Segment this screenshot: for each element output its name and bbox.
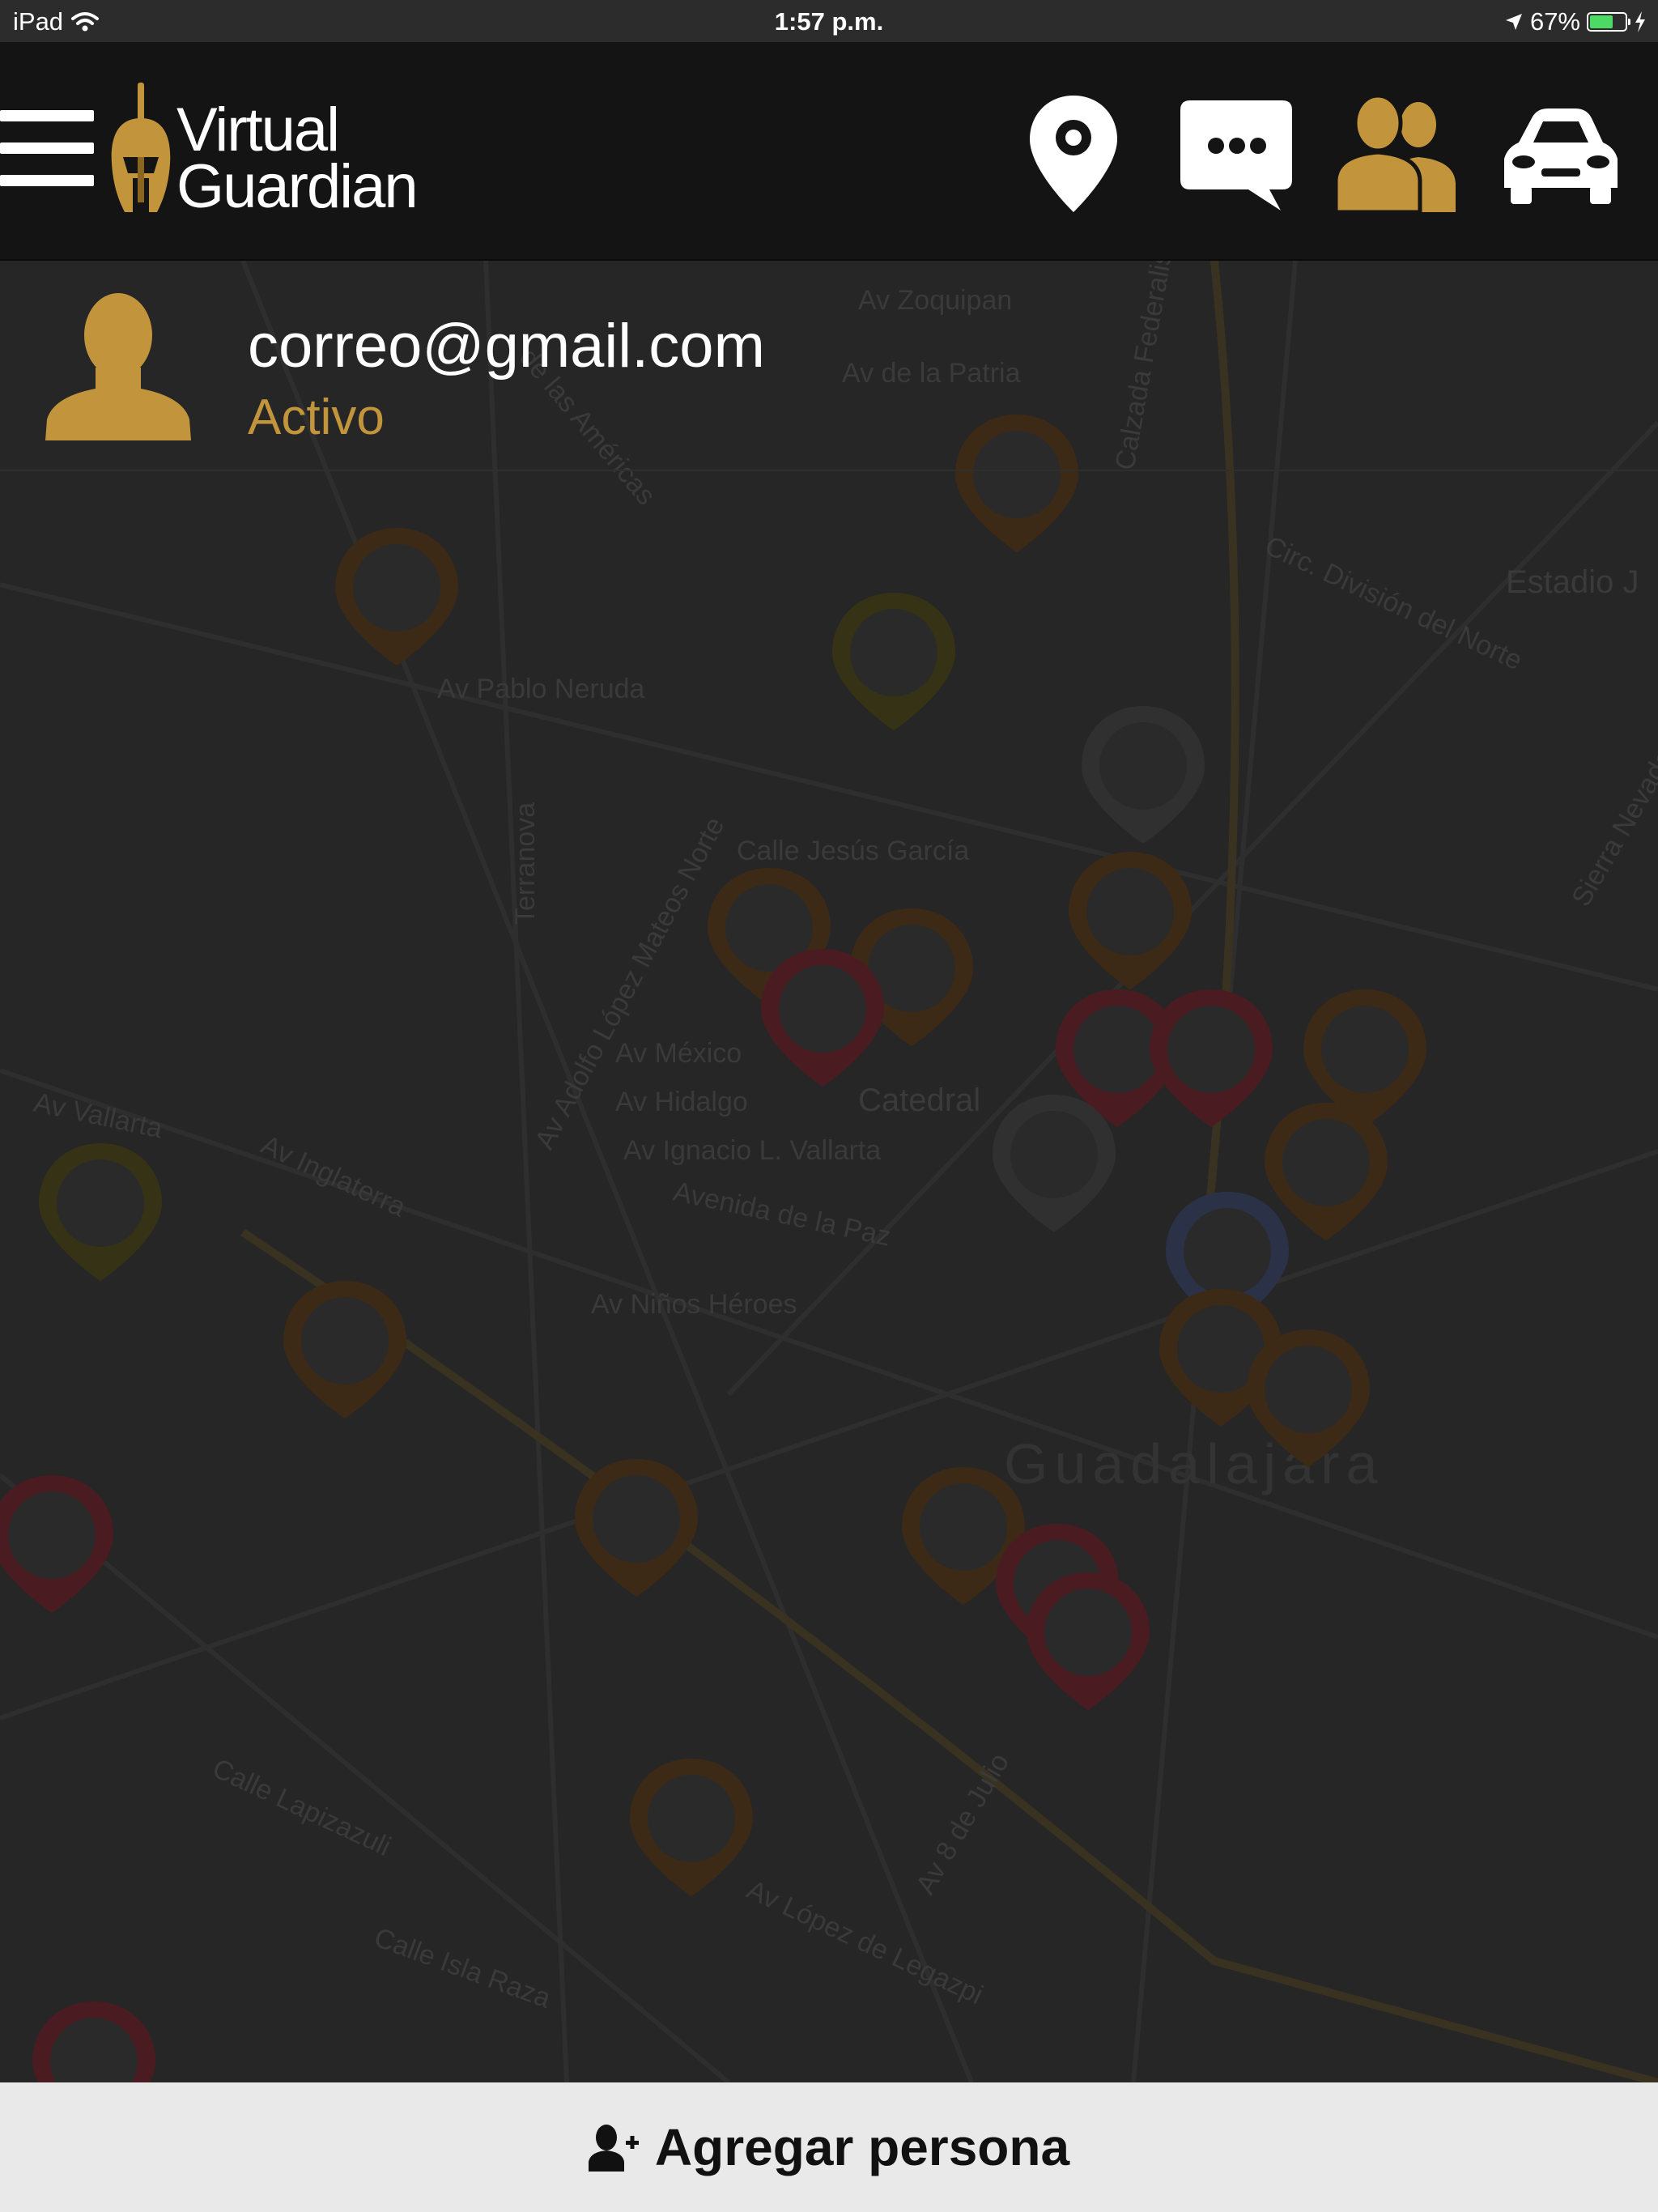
- map-label: Calle Lapizazuli: [208, 1753, 396, 1862]
- map-pin-icon: [335, 528, 458, 666]
- add-person-button[interactable]: Agregar persona: [0, 2082, 1658, 2212]
- map-label: Sierra Nevada: [1566, 744, 1658, 912]
- map-label: Estadio J: [1506, 564, 1639, 600]
- map-view[interactable]: Av Zoquipan Av de la Patria Calzada Fede…: [0, 261, 1658, 2082]
- location-pin-icon[interactable]: [1025, 92, 1122, 214]
- app-header: Virtual Guardian: [0, 42, 1658, 261]
- map-pin-icon: [0, 1475, 113, 1613]
- battery-icon: [1587, 12, 1630, 32]
- map-pin-icon: [993, 1095, 1116, 1232]
- map-canvas: Av Zoquipan Av de la Patria Calzada Fede…: [0, 261, 1658, 2082]
- map-pin-icon: [630, 1759, 753, 1896]
- map-label: Av Pablo Neruda: [437, 674, 645, 704]
- contacts-icon[interactable]: [1334, 96, 1464, 212]
- map-label: Av Ignacio L. Vallarta: [623, 1135, 881, 1166]
- contact-list-item[interactable]: correo@gmail.com Activo: [0, 261, 1658, 471]
- status-bar: iPad 1:57 p.m. 67%: [0, 0, 1658, 42]
- map-label: Av Inglaterra: [257, 1129, 410, 1223]
- add-user-icon: [588, 2125, 639, 2172]
- map-label: Av 8 de Julio: [910, 1748, 1015, 1899]
- map-pin-icon: [39, 1143, 162, 1281]
- app-logo: Virtual Guardian: [108, 83, 449, 228]
- map-pin-icon: [761, 949, 884, 1087]
- map-label: Av Niños Héroes: [591, 1289, 797, 1320]
- chat-bubble-icon[interactable]: [1180, 100, 1292, 214]
- map-label: Terranova: [510, 802, 541, 925]
- map-label: Calle Isla Raza: [370, 1922, 555, 2014]
- contact-status: Activo: [248, 389, 385, 445]
- map-label: Calle Jesús García: [737, 836, 969, 866]
- charging-icon: [1635, 11, 1645, 32]
- map-pin-icon: [1027, 1572, 1150, 1710]
- add-person-label: Agregar persona: [654, 2118, 1070, 2176]
- map-pin-icon: [1082, 706, 1205, 844]
- map-pin-icon: [575, 1459, 698, 1597]
- car-icon[interactable]: [1496, 102, 1626, 207]
- map-pin-icon: [832, 593, 955, 730]
- clock: 1:57 p.m.: [774, 7, 884, 36]
- map-pin-icon: [1150, 989, 1273, 1127]
- status-right: 67%: [1504, 7, 1647, 36]
- map-label: Av México: [615, 1038, 742, 1069]
- spartan-helmet-icon: [111, 83, 171, 212]
- location-arrow-icon: [1505, 14, 1522, 30]
- map-pin-icon: [1265, 1103, 1388, 1240]
- menu-icon[interactable]: [0, 104, 96, 193]
- map-label: Av Hidalgo: [615, 1087, 748, 1117]
- logo-line2: Guardian: [176, 152, 419, 221]
- logo-line1: Virtual: [176, 96, 340, 164]
- map-label: Av López de Legazpi: [742, 1874, 988, 2010]
- map-pin-icon: [1069, 852, 1192, 989]
- map-label: Catedral: [858, 1083, 980, 1118]
- map-label: Av Vallarta: [31, 1087, 165, 1145]
- map-pin-icon: [283, 1281, 406, 1419]
- map-label: Avenida de la Paz: [670, 1176, 893, 1253]
- map-pin-icon: [32, 2001, 155, 2082]
- battery-percent: 67%: [1529, 7, 1580, 36]
- avatar-icon: [45, 293, 191, 440]
- map-pins: [0, 415, 1426, 2082]
- contact-email: correo@gmail.com: [248, 312, 765, 381]
- app-name: Virtual Guardian: [176, 96, 419, 221]
